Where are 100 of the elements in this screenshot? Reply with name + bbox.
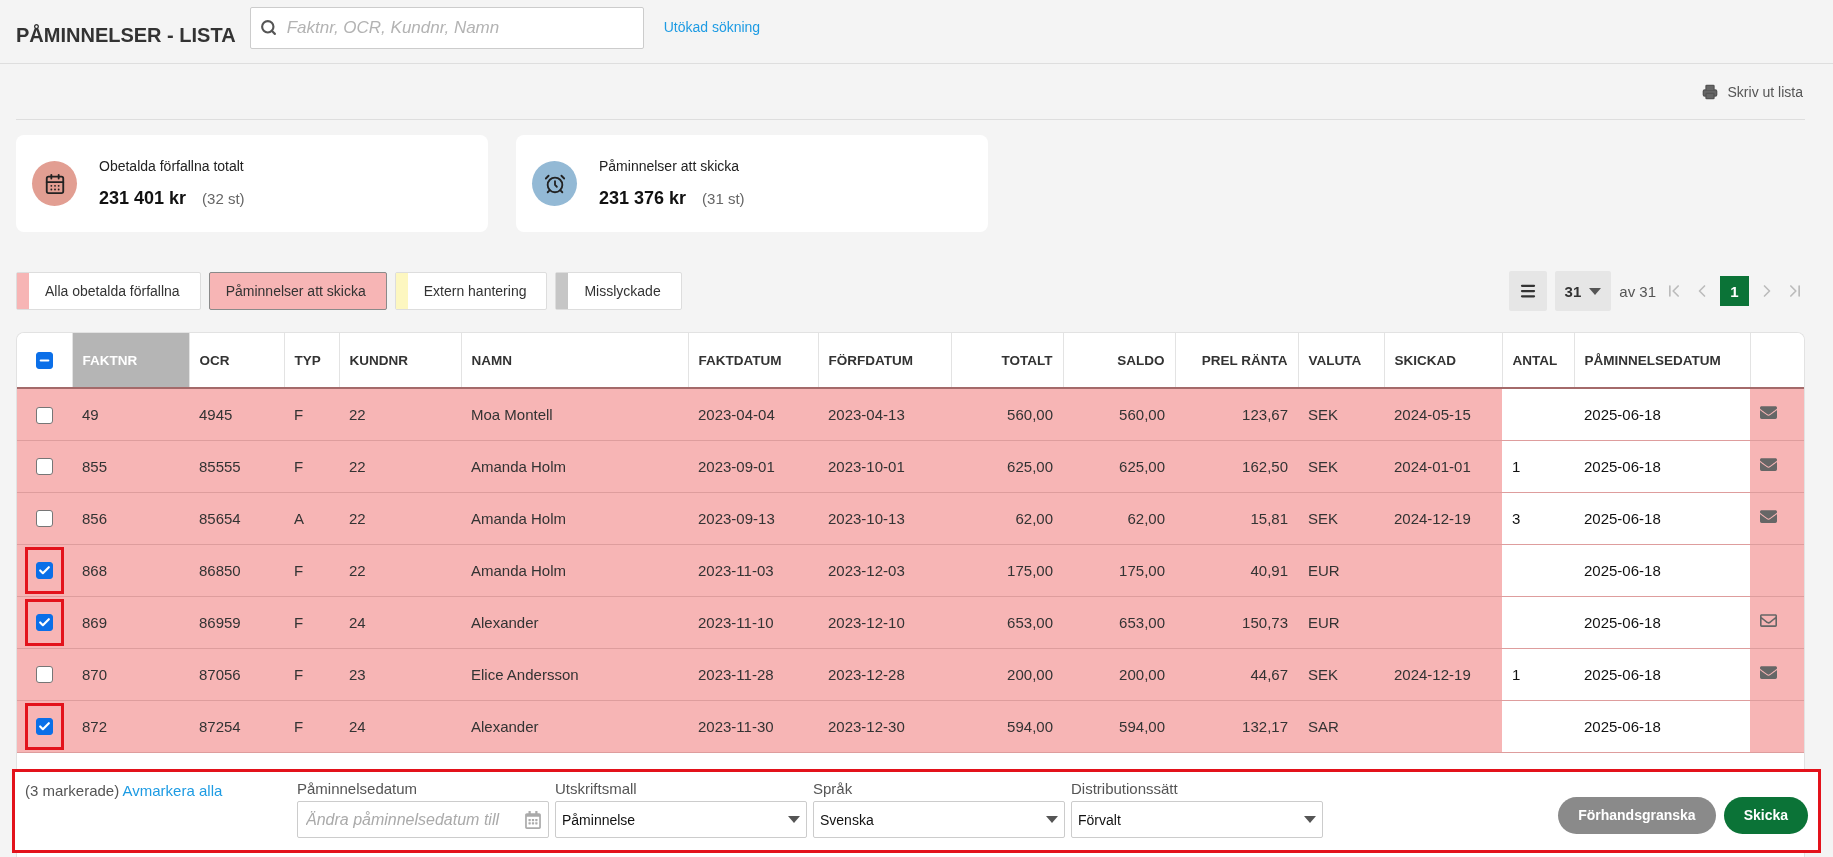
table-cell: 132,17: [1242, 717, 1288, 735]
table-cell: EUR: [1308, 613, 1340, 631]
card-amount: 231 401 kr: [99, 188, 187, 209]
table-cell: 87254: [199, 717, 241, 735]
table-cell: SEK: [1308, 457, 1338, 475]
table-cell: Alexander: [471, 717, 539, 735]
print-list-link[interactable]: Skriv ut lista: [1701, 83, 1805, 100]
page-title: PÅMINNELSER - LISTA: [16, 23, 236, 47]
table-cell: 560,00: [1119, 405, 1165, 423]
table-cell[interactable]: 2025-06-18: [1584, 561, 1661, 579]
card-amount: 231 376 kr: [599, 188, 687, 209]
column-header[interactable]: PREL RÄNTA: [1175, 333, 1298, 388]
page-size-select[interactable]: 31: [1554, 271, 1612, 311]
table-cell: 2024-12-19: [1394, 665, 1471, 683]
caret-icon: [788, 816, 800, 823]
column-header[interactable]: OCR: [189, 333, 284, 388]
table-cell: 653,00: [1007, 613, 1053, 631]
row-checkbox[interactable]: [36, 718, 53, 736]
table-cell: F: [294, 405, 304, 423]
envelope-outline-icon[interactable]: [1760, 612, 1777, 629]
table-cell: 22: [349, 457, 366, 475]
table-cell: 44,67: [1250, 665, 1288, 683]
table-cell: 2023-11-03: [698, 561, 774, 579]
column-header[interactable]: FAKTDATUM: [688, 333, 818, 388]
table-cell: 15,81: [1250, 509, 1288, 527]
filter-tab[interactable]: Misslyckade: [555, 272, 682, 310]
caret-icon: [1046, 816, 1058, 823]
dropdown[interactable]: Förvalt: [1071, 801, 1323, 838]
table-cell: 150,73: [1242, 613, 1288, 631]
column-header[interactable]: ANTAL: [1502, 333, 1574, 388]
filter-tab[interactable]: Alla obetalda förfallna: [16, 272, 201, 310]
column-header[interactable]: SKICKAD: [1384, 333, 1502, 388]
table-cell: SEK: [1308, 665, 1338, 683]
table-cell: SAR: [1308, 717, 1339, 735]
field-label: Utskriftsmall: [555, 780, 638, 797]
column-header[interactable]: VALUTA: [1298, 333, 1384, 388]
table-cell[interactable]: 2025-06-18: [1584, 457, 1661, 475]
table-cell[interactable]: 1: [1512, 665, 1521, 683]
page-number[interactable]: 1: [1720, 276, 1749, 306]
row-checkbox[interactable]: [36, 510, 53, 528]
menu-icon: [1518, 282, 1537, 300]
table-cell: 62,00: [1127, 509, 1165, 527]
table-cell: 2023-12-03: [828, 561, 905, 579]
row-checkbox[interactable]: [36, 666, 53, 684]
table-cell: 200,00: [1007, 665, 1053, 683]
envelope-icon[interactable]: [1760, 456, 1777, 473]
table-cell: 2023-12-10: [828, 613, 905, 631]
table-cell: 2024-01-01: [1394, 457, 1471, 475]
column-header[interactable]: TOTALT: [951, 333, 1063, 388]
send-button[interactable]: Skicka: [1723, 796, 1808, 834]
dropdown[interactable]: Svenska: [813, 801, 1065, 838]
column-header[interactable]: FÖRFDATUM: [818, 333, 951, 388]
table-cell: 2023-10-13: [828, 509, 905, 527]
date-field[interactable]: Ändra påminnelsedatum till: [297, 801, 549, 838]
filter-tab[interactable]: Påminnelser att skicka: [208, 272, 387, 310]
card-label: Påminnelser att skicka: [599, 158, 741, 174]
column-header[interactable]: NAMN: [461, 333, 688, 388]
row-checkbox[interactable]: [36, 458, 53, 476]
table-cell: F: [294, 665, 304, 683]
table-cell[interactable]: 2025-06-18: [1584, 613, 1661, 631]
table-cell: 625,00: [1119, 457, 1165, 475]
envelope-icon[interactable]: [1760, 664, 1777, 681]
dropdown[interactable]: Påminnelse: [555, 801, 807, 838]
table-cell: 49: [82, 405, 99, 423]
table-cell: 62,00: [1015, 509, 1053, 527]
row-checkbox[interactable]: [36, 562, 53, 580]
table-cell: 653,00: [1119, 613, 1165, 631]
filter-tab[interactable]: Extern hantering: [394, 272, 548, 310]
printer-icon: [1701, 83, 1718, 100]
table-cell: 868: [82, 561, 108, 579]
table-cell[interactable]: 3: [1512, 509, 1521, 527]
table-cell[interactable]: 2025-06-18: [1584, 405, 1661, 423]
select-all-checkbox[interactable]: [35, 351, 53, 369]
table-cell: 4945: [199, 405, 233, 423]
row-checkbox[interactable]: [36, 614, 53, 632]
table-cell: 2023-04-04: [698, 405, 775, 423]
card-count: (31 st): [702, 190, 745, 207]
table-cell[interactable]: 2025-06-18: [1584, 717, 1661, 735]
table-cell[interactable]: 1: [1512, 457, 1521, 475]
table-cell: Amanda Holm: [471, 561, 567, 579]
column-header[interactable]: PÅMINNELSEDATUM: [1574, 333, 1750, 388]
column-header[interactable]: SALDO: [1063, 333, 1175, 388]
envelope-icon[interactable]: [1760, 404, 1777, 422]
column-header[interactable]: TYP: [284, 333, 339, 388]
column-header[interactable]: KUNDNR: [339, 333, 461, 388]
envelope-icon[interactable]: [1760, 508, 1777, 525]
calendar-icon[interactable]: [524, 810, 542, 829]
table-cell: 625,00: [1007, 457, 1053, 475]
search-field[interactable]: Faktnr, OCR, Kundnr, Namn: [249, 6, 644, 49]
table-cell: 2023-11-30: [698, 717, 774, 735]
table-cell: 24: [349, 613, 366, 631]
list-view-button[interactable]: [1508, 271, 1547, 311]
row-checkbox[interactable]: [36, 406, 53, 424]
table-cell: 2024-05-15: [1394, 405, 1471, 423]
table-cell: 22: [349, 405, 366, 423]
table-cell: SEK: [1308, 509, 1338, 527]
table-cell[interactable]: 2025-06-18: [1584, 509, 1661, 527]
table-cell: 2024-12-19: [1394, 509, 1471, 527]
table-cell: 86959: [199, 613, 241, 631]
table-cell[interactable]: 2025-06-18: [1584, 665, 1661, 683]
